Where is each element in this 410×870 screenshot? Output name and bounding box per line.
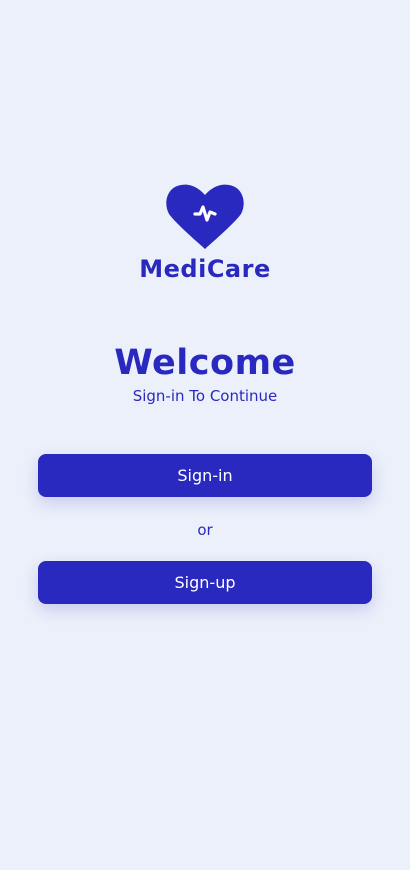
signup-button[interactable]: Sign-up — [38, 561, 372, 604]
welcome-subtitle: Sign-in To Continue — [132, 387, 278, 405]
welcome-title: Welcome — [114, 343, 296, 383]
heart-pulse-icon — [166, 184, 244, 249]
or-separator: or — [197, 521, 213, 539]
signin-button[interactable]: Sign-in — [38, 454, 372, 497]
brand-name: MediCare — [139, 255, 271, 283]
logo — [0, 183, 410, 251]
